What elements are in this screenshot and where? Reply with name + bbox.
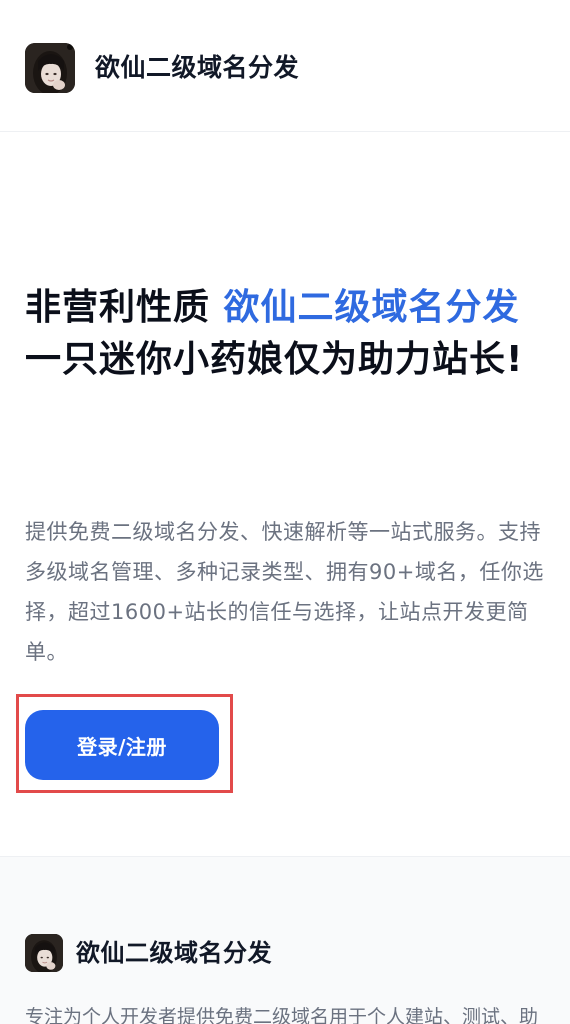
user-avatar-icon [25,43,75,93]
footer-description: 专注为个人开发者提供免费二级域名用于个人建站、测试、助 [25,1006,539,1024]
site-logo-avatar[interactable] [25,43,75,93]
login-register-button[interactable]: 登录/注册 [25,710,219,780]
footer-site-name[interactable]: 欲仙二级域名分发 [76,936,272,970]
hero-title: 非营利性质 欲仙二级域名分发一只迷你小药娘仅为助力站长! [25,282,535,386]
site-header: 欲仙二级域名分发 [0,0,570,132]
user-avatar-icon [25,934,63,972]
hero-title-line2: 一只迷你小药娘仅为助力站长! [25,339,524,380]
hero-title-prefix: 非营利性质 [25,287,224,328]
site-footer: 欲仙二级域名分发 专注为个人开发者提供免费二级域名用于个人建站、测试、助 [0,856,570,1024]
site-name[interactable]: 欲仙二级域名分发 [95,50,299,86]
hero-description: 提供免费二级域名分发、快速解析等一站式服务。支持多级域名管理、多种记录类型、拥有… [25,520,544,664]
hero-title-accent: 欲仙二级域名分发 [223,287,520,328]
footer-logo-avatar[interactable] [25,934,63,972]
